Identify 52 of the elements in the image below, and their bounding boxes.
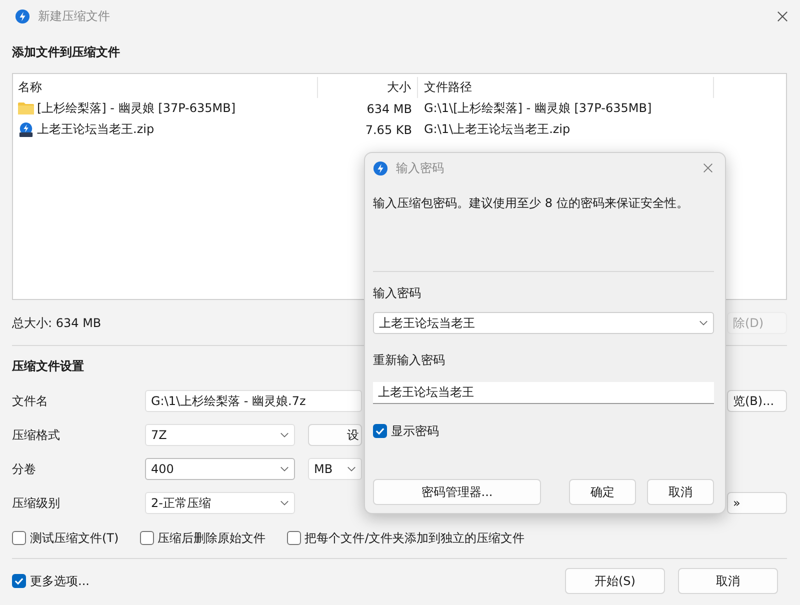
column-header[interactable]: 文件路径 [418,77,714,98]
field-label: 文件名 [12,392,49,410]
archive-icon [18,122,34,137]
file-size: 7.65 KB [364,122,413,136]
show-password-checkbox[interactable]: 显示密码 [373,423,693,439]
chevron-icon [347,466,356,472]
option-checkbox[interactable]: 测试压缩文件(T) [12,530,119,546]
dialog-description: 输入压缩包密码。建议使用至少 8 位的密码来保证安全性。 [373,195,688,211]
file-name: 上老王论坛当老王.zip [37,121,154,138]
option-checkbox[interactable]: 把每个文件/文件夹添加到独立的压缩文件 [286,530,525,546]
start-button[interactable]: 开始(S) [565,568,665,594]
chevron-icon [280,466,289,472]
chevron-icon [280,500,289,506]
app-icon [15,8,30,24]
close-icon[interactable] [777,10,788,22]
file-size: 634 MB [366,102,413,116]
password-manager-button[interactable]: 密码管理器... [373,479,541,505]
cancel-button[interactable]: 取消 [678,568,778,594]
ok-button[interactable]: 确定 [569,479,636,505]
side-button[interactable]: 览(B)... [727,390,787,412]
column-header[interactable]: 名称 [13,77,318,98]
section-heading: 压缩文件设置 [12,358,84,374]
password-field[interactable]: 上老王论坛当老王 [373,312,714,334]
dropdown[interactable]: 7Z [145,424,295,446]
folder-icon [18,101,34,116]
option-checkbox[interactable]: 压缩后删除原始文件 [140,530,266,546]
more-options-checkbox[interactable]: 更多选项... [12,572,90,590]
field-label: 输入密码 [373,285,421,301]
window-title: 新建压缩文件 [38,8,110,24]
field-label: 压缩格式 [12,426,61,444]
field-label: 压缩级别 [12,494,61,512]
cancel-button[interactable]: 取消 [647,479,714,505]
column-header[interactable]: 大小 [318,77,418,98]
file-path: G:\1\[上杉绘梨落] - 幽灵娘 [37P-635MB] [423,100,653,117]
combo-box[interactable]: 400 [145,458,295,480]
filename-field[interactable]: G:\1\上杉绘梨落 - 幽灵娘.7z [145,390,362,412]
section-heading: 添加文件到压缩文件 [12,44,120,60]
settings-button[interactable]: 设 [308,424,362,446]
close-icon[interactable] [703,163,713,173]
file-name: [上杉绘梨落] - 幽灵娘 [37P-635MB] [37,100,236,117]
app-icon [373,160,388,176]
dialog-title: 输入密码 [396,160,444,176]
chevron-icon [280,432,289,438]
field-label: 分卷 [12,460,37,478]
dropdown[interactable]: 2-正常压缩 [145,492,295,514]
field-label: 重新输入密码 [373,352,445,368]
confirm-password-field[interactable]: 上老王论坛当老王 [373,382,714,404]
file-path: G:\1\上老王论坛当老王.zip [423,121,572,138]
unit-dropdown[interactable]: MB [308,458,362,480]
chevron-icon [699,320,708,326]
side-button[interactable]: » [727,492,787,514]
total-size: 总大小: 634 MB [12,314,102,332]
